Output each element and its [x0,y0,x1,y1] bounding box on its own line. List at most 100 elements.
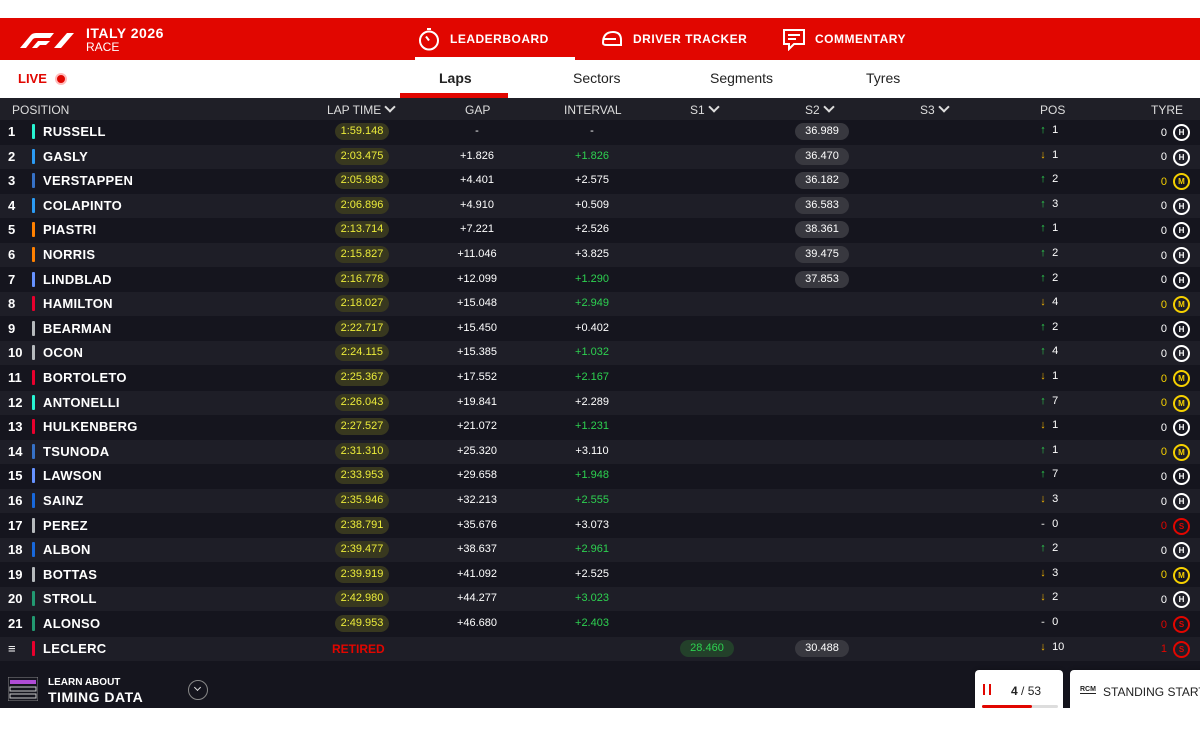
table-row[interactable]: 13 HULKENBERG 2:27.527 +21.072 +1.231 ↓ 1 0H [0,415,1200,439]
table-row[interactable]: 6 NORRIS 2:15.827 +11.046 +3.825 39.475 ↑ 2 0H [0,243,1200,267]
brand: ITALY 2026 RACE [18,25,164,55]
driver-name[interactable]: HULKENBERG [43,419,138,434]
arrow-down-icon: ↓ [1040,296,1046,309]
tyre-info: 0H [1148,124,1190,141]
position-number: 5 [8,222,16,238]
position-change: - 0 [1037,518,1058,530]
table-row[interactable]: 9 BEARMAN 2:22.717 +15.450 +0.402 ↑ 2 0H [0,317,1200,341]
nav-driver-tracker[interactable]: DRIVER TRACKER [600,18,747,60]
table-row[interactable]: 8 HAMILTON 2:18.027 +15.048 +2.949 ↓ 4 0M [0,292,1200,317]
team-color-bar [32,124,35,139]
driver-name[interactable]: LECLERC [43,641,107,656]
driver-name[interactable]: TSUNODA [43,444,109,459]
table-row[interactable]: 16 SAINZ 2:35.946 +32.213 +2.555 ↓ 3 0H [0,489,1200,513]
table-row[interactable]: 2 GASLY 2:03.475 +1.826 +1.826 36.470 ↓ 1 0H [0,144,1200,169]
tyre-info: 0M [1148,370,1190,387]
driver-name[interactable]: ANTONELLI [43,395,120,410]
col-lap-time[interactable]: LAP TIME [327,101,396,117]
interval-value: +3.110 [575,444,609,457]
driver-name[interactable]: BEARMAN [43,321,112,336]
driver-name[interactable]: ALONSO [43,616,100,631]
driver-name[interactable]: PIASTRI [43,222,96,237]
table-row[interactable]: 12 ANTONELLI 2:26.043 +19.841 +2.289 ↑ 7 0M [0,390,1200,415]
tab-segments[interactable]: Segments [710,70,773,86]
driver-name[interactable]: ALBON [43,542,91,557]
table-row[interactable]: 1 RUSSELL 1:59.148 - - 36.989 ↑ 1 0H [0,120,1200,144]
no-change-icon: - [1041,517,1045,530]
no-change-icon: - [1041,616,1045,628]
table-row[interactable]: 14 TSUNODA 2:31.310 +25.320 +3.110 ↑ 1 0M [0,439,1200,464]
table-row[interactable]: 5 PIASTRI 2:13.714 +7.221 +2.526 38.361 ↑ 1 0H [0,218,1200,242]
driver-name[interactable]: STROLL [43,591,97,606]
table-row[interactable]: 15 LAWSON 2:33.953 +29.658 +1.948 ↑ 7 0H [0,464,1200,488]
driver-name[interactable]: NORRIS [43,247,95,262]
position-change-value: 2 [1052,173,1059,186]
table-row[interactable]: 21 ALONSO 2:49.953 +46.680 +2.403- 00S [0,612,1200,636]
team-color-bar [32,394,35,410]
driver-name[interactable]: BORTOLETO [43,370,127,385]
learn-expand-button[interactable] [188,680,208,700]
position-number: 20 [8,591,23,607]
position-number: 3 [8,173,16,189]
tyre-age: 0 [1160,495,1167,508]
driver-name[interactable]: BOTTAS [43,567,97,582]
position-change-value: 10 [1052,640,1065,653]
sector-2-time: 36.470 [795,147,849,165]
driver-name[interactable]: OCON [43,345,83,360]
race-control-card[interactable]: RCM STANDING START [1070,670,1200,708]
driver-name[interactable]: HAMILTON [43,296,113,311]
table-row[interactable]: 11 BORTOLETO 2:25.367 +17.552 +2.167 ↓ 1 0M [0,366,1200,390]
col-s1[interactable]: S1 [690,101,720,117]
col-s2[interactable]: S2 [805,101,835,117]
col-lap-time-label: LAP TIME [327,103,382,117]
gap-value: +29.658 [456,469,498,482]
position-change-value: 7 [1052,468,1059,481]
driver-name[interactable]: LAWSON [43,468,102,483]
position-change-value: 3 [1052,566,1059,579]
interval-value: +3.023 [575,592,609,605]
table-row[interactable]: 18 ALBON 2:39.477 +38.637 +2.961 ↑ 2 0H [0,538,1200,563]
driver-name[interactable]: SAINZ [43,493,84,508]
tyre-info: 0H [1148,345,1190,363]
position-number: 4 [8,197,16,213]
table-row[interactable]: 3 VERSTAPPEN 2:05.983 +4.401 +2.575 36.182 ↑ 2… [0,169,1200,193]
lap-counter-card[interactable]: 4 / 53 [975,670,1063,708]
table-row[interactable]: 19 BOTTAS 2:39.919 +41.092 +2.525 ↓ 3 0M [0,563,1200,587]
table-row[interactable]: 4 COLAPINTO 2:06.896 +4.910 +0.509 36.583 ↑ 3 0… [0,193,1200,218]
gap-value: +38.637 [456,543,498,556]
tab-laps[interactable]: Laps [439,70,472,86]
driver-name[interactable]: PEREZ [43,518,88,533]
live-dot-icon [54,72,67,85]
driver-name[interactable]: RUSSELL [43,124,106,139]
lap-total: 53 [1027,684,1042,698]
position-change: ↑ 2 [1037,173,1058,185]
interval-value: +2.555 [575,494,609,506]
arrow-up-icon: ↑ [1040,271,1046,284]
sector-2-time: 36.989 [795,123,849,140]
position-number: 7 [8,271,16,287]
table-row[interactable]: 20 STROLL 2:42.980 +44.277 +3.023 ↓ 20H [0,587,1200,612]
interval-value: +3.825 [575,248,609,260]
position-change-value: 1 [1052,419,1059,432]
position-number: 8 [8,296,16,312]
position-number: 18 [8,542,23,558]
position-number: 14 [8,443,23,459]
nav-leaderboard[interactable]: LEADERBOARD [415,18,575,60]
table-row[interactable]: 17 PEREZ 2:38.791 +35.676 +3.073- 00S [0,514,1200,538]
table-row[interactable]: 10 OCON 2:24.115 +15.385 +1.032 ↑ 4 0H [0,341,1200,366]
driver-name[interactable]: VERSTAPPEN [43,173,133,188]
table-row[interactable]: ≡ LECLERC RETIRED 28.460 30.488 ↓ 10 1 S [0,636,1200,661]
gap-value: +4.910 [460,198,494,211]
tab-tyres[interactable]: Tyres [866,70,900,86]
tyre-info: 0H [1148,320,1190,338]
tab-sectors[interactable]: Sectors [573,70,620,86]
nav-commentary[interactable]: COMMENTARY [782,18,906,60]
driver-name[interactable]: COLAPINTO [43,198,122,213]
table-row[interactable]: 7 LINDBLAD 2:16.778 +12.099 +1.290 37.853 ↑ 2 0… [0,268,1200,292]
driver-name[interactable]: GASLY [43,149,88,164]
col-s3[interactable]: S3 [920,101,950,117]
driver-name[interactable]: LINDBLAD [43,272,112,287]
team-color-bar [32,591,35,607]
gap-value: +46.680 [456,617,498,629]
tyre-compound-icon: S [1173,640,1190,658]
